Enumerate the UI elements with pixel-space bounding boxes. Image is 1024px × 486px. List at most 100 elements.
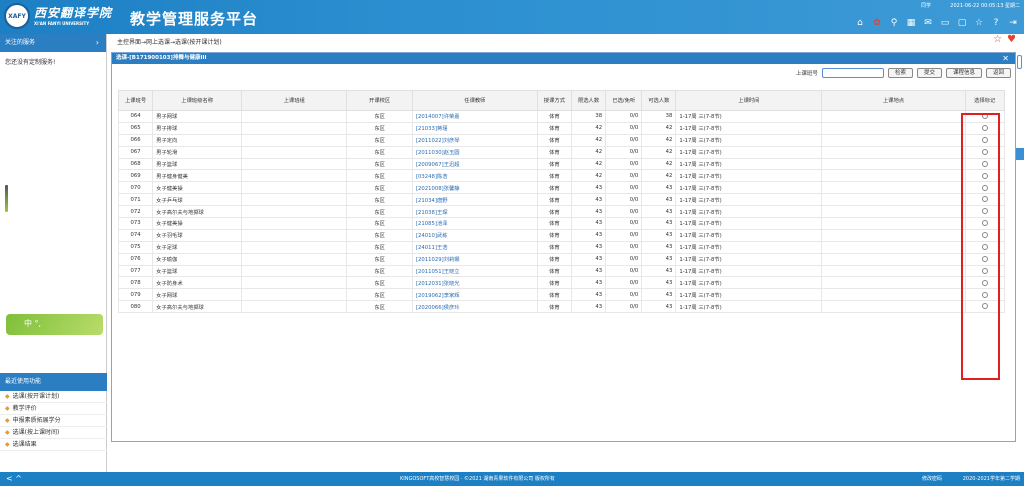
message-icon[interactable]: ▢ xyxy=(957,17,967,29)
table-cell: 071 xyxy=(117,193,154,207)
teacher-link[interactable]: [2011030]赵玉圆 xyxy=(411,145,538,159)
help-icon[interactable]: ? xyxy=(991,17,1001,29)
teacher-link[interactable]: [2011051]王晓立 xyxy=(411,264,538,278)
heart-icon[interactable]: ♥ xyxy=(1007,34,1016,45)
close-icon[interactable]: ✕ xyxy=(1002,53,1009,64)
window-icon[interactable]: ▭ xyxy=(940,17,950,29)
class-number-input[interactable] xyxy=(821,68,884,78)
table-row[interactable]: 071 女子乒乓球 东区 [21034]唐野 体育 43 0/0 43 1-17周 三(7-8节… xyxy=(117,193,1005,207)
scroll-indicator[interactable] xyxy=(5,185,8,212)
teacher-link[interactable]: [2014007]许荣嘉 xyxy=(411,110,538,123)
table-cell: 0/0 xyxy=(605,157,643,171)
table-row[interactable]: 076 女子瑜伽 东区 [2011029]刘莉娜 体育 43 0/0 43 1-17周 三(7-… xyxy=(117,252,1005,266)
table-cell xyxy=(821,240,966,254)
table-cell: 东区 xyxy=(346,133,413,147)
course-info-button[interactable]: 课程信息 xyxy=(945,68,982,78)
table-row[interactable]: 080 女子高尔夫与地掷球 东区 [2020066]侯彦玲 体育 43 0/0 43 1-17周… xyxy=(117,300,1005,314)
table-row[interactable]: 072 女子高尔夫与地掷球 东区 [21038]王琛 体育 43 0/0 43 1-17周 三(… xyxy=(117,205,1005,219)
column-header: 任课教师 xyxy=(411,90,538,111)
back-button[interactable]: 返回 xyxy=(985,68,1011,78)
column-header: 选择标记 xyxy=(964,90,1005,111)
bullet-icon: ◆ xyxy=(5,417,10,424)
column-header: 限选人数 xyxy=(570,90,607,111)
column-header: 可选人数 xyxy=(641,90,677,111)
table-row[interactable]: 070 女子健美操 东区 [2021008]张馨静 体育 43 0/0 43 1-17周 三(7… xyxy=(117,181,1005,195)
chevron-right-icon[interactable]: › xyxy=(96,34,99,52)
table-cell: 1-17周 三(7-8节) xyxy=(675,133,823,147)
recent-item[interactable]: ◆ 选课结果 xyxy=(0,439,107,451)
table-cell xyxy=(241,110,348,123)
teacher-link[interactable]: [03248]陈浩 xyxy=(411,169,538,183)
teacher-link[interactable]: [2009067]王迅超 xyxy=(411,157,538,171)
apps-icon[interactable]: ✿ xyxy=(872,17,882,29)
favorites-icon[interactable]: ☆ xyxy=(974,17,984,29)
table-row[interactable]: 075 女子足球 东区 [24011]王浩 体育 43 0/0 43 1-17周 三(7-8节) xyxy=(117,240,1005,254)
footer-nav[interactable]: < ^ xyxy=(6,472,22,486)
table-row[interactable]: 074 女子羽毛球 东区 [24010]武栋 体育 43 0/0 43 1-17周 三(7-8节… xyxy=(117,228,1005,242)
table-cell: 东区 xyxy=(346,252,413,266)
table-row[interactable]: 077 女子篮球 东区 [2011051]王晓立 体育 43 0/0 43 1-17周 三(7-… xyxy=(117,264,1005,278)
bullet-icon: ◆ xyxy=(5,429,10,436)
recent-item[interactable]: ◆ 选课(按开课计划) xyxy=(0,391,107,403)
table-row[interactable]: 066 男子定向 东区 [2011022]刘彦琴 体育 42 0/0 42 1-17周 三(7-… xyxy=(117,133,1005,147)
announce-icon[interactable]: ✉ xyxy=(923,17,933,29)
search-label: 上课班号 xyxy=(795,71,818,77)
teacher-link[interactable]: [2012031]张晓光 xyxy=(411,276,538,290)
teacher-link[interactable]: [2011029]刘莉娜 xyxy=(411,252,538,266)
logout-icon[interactable]: ⇥ xyxy=(1008,17,1018,29)
table-row[interactable]: 068 男子篮球 东区 [2009067]王迅超 体育 42 0/0 42 1-17周 三(7-… xyxy=(117,157,1005,171)
right-scroll-tab[interactable] xyxy=(1015,148,1024,160)
breadcrumb: 主控界面→网上选课→选课(按开课计划) xyxy=(117,39,222,46)
table-header-row: 上课班号 上课班级名称 上课班组 开课校区 任课教师 授课方式 限选人数 已选/免听 可选人数上… xyxy=(117,90,1005,111)
user-name[interactable]: 同学 xyxy=(921,2,931,9)
recent-item[interactable]: ◆ 选课(按上课时间) xyxy=(0,427,107,439)
table-cell: 体育 xyxy=(536,205,573,219)
teacher-link[interactable]: [21033]蒋瑾 xyxy=(411,121,538,135)
teacher-link[interactable]: [21085]池泽 xyxy=(411,217,538,230)
teacher-link[interactable]: [24010]武栋 xyxy=(411,228,538,242)
header-icons: ⌂ ✿ ⚲ ▦ ✉ ▭ ▢ ☆ ? ⇥ xyxy=(855,17,1018,29)
table-cell xyxy=(821,169,966,183)
table-cell: 43 xyxy=(641,205,677,219)
teacher-link[interactable]: [2011022]刘彦琴 xyxy=(411,133,538,147)
followed-services-header[interactable]: 关注的服务 › xyxy=(0,34,106,52)
table-cell xyxy=(241,264,348,278)
recent-item[interactable]: ◆ 教学评价 xyxy=(0,403,107,415)
column-header: 上课班号 xyxy=(117,90,154,111)
table-cell: 42 xyxy=(641,121,677,135)
home-icon[interactable]: ⌂ xyxy=(855,17,865,29)
table-row[interactable]: 065 男子排球 东区 [21033]蒋瑾 体育 42 0/0 42 1-17周 三(7-8节) xyxy=(117,121,1005,135)
table-cell: 1-17周 三(7-8节) xyxy=(675,288,823,302)
column-header: 上课班组 xyxy=(241,90,348,111)
calendar-icon[interactable]: ▦ xyxy=(906,17,916,29)
teacher-link[interactable]: [24011]王浩 xyxy=(411,240,538,254)
table-cell: 东区 xyxy=(346,110,413,123)
table-cell: 男子定向 xyxy=(152,133,243,147)
teacher-link[interactable]: [2020066]侯彦玲 xyxy=(411,300,538,314)
side-input[interactable] xyxy=(1017,55,1022,69)
table-cell: 男子健身健美 xyxy=(152,169,243,183)
ime-toolbar[interactable]: 中 °, xyxy=(6,314,103,335)
table-cell xyxy=(241,145,348,159)
search-icon[interactable]: ⚲ xyxy=(889,17,899,29)
teacher-link[interactable]: [21038]王琛 xyxy=(411,205,538,219)
table-row[interactable]: 078 女子防身术 东区 [2012031]张晓光 体育 43 0/0 43 1-17周 三(7… xyxy=(117,276,1005,290)
teacher-link[interactable]: [21034]唐野 xyxy=(411,193,538,207)
teacher-link[interactable]: [2019062]李家辉 xyxy=(411,288,538,302)
table-row[interactable]: 073 女子健美操 东区 [21085]池泽 体育 43 0/0 43 1-17周 三(7-8节… xyxy=(117,217,1005,230)
search-button[interactable]: 检索 xyxy=(887,68,913,78)
left-panel: 关注的服务 › 您还没有定制服务! 最近使用功能 ◆ 选课(按开课计划) ◆ 教学评… xyxy=(0,34,107,472)
table-cell: 东区 xyxy=(346,288,413,302)
table-cell: 东区 xyxy=(346,217,413,230)
recent-item[interactable]: ◆ 申报素质拓展学分 xyxy=(0,415,107,427)
change-password-link[interactable]: 修改密码 xyxy=(922,472,942,486)
table-cell: 43 xyxy=(570,288,607,302)
table-cell: 体育 xyxy=(536,217,573,230)
table-row[interactable]: 069 男子健身健美 东区 [03248]陈浩 体育 42 0/0 42 1-17周 三(7-8… xyxy=(117,169,1005,183)
table-row[interactable]: 067 男子轮滑 东区 [2011030]赵玉圆 体育 42 0/0 42 1-17周 三(7-… xyxy=(117,145,1005,159)
table-row[interactable]: 064 男子网球 东区 [2014007]许荣嘉 体育 38 0/0 38 1-17周 三(7-… xyxy=(117,110,1005,123)
teacher-link[interactable]: [2021008]张馨静 xyxy=(411,181,538,195)
star-icon[interactable]: ☆ xyxy=(993,34,1002,45)
submit-button[interactable]: 提交 xyxy=(916,68,942,78)
table-row[interactable]: 079 女子网球 东区 [2019062]李家辉 体育 43 0/0 43 1-17周 三(7-… xyxy=(117,288,1005,302)
